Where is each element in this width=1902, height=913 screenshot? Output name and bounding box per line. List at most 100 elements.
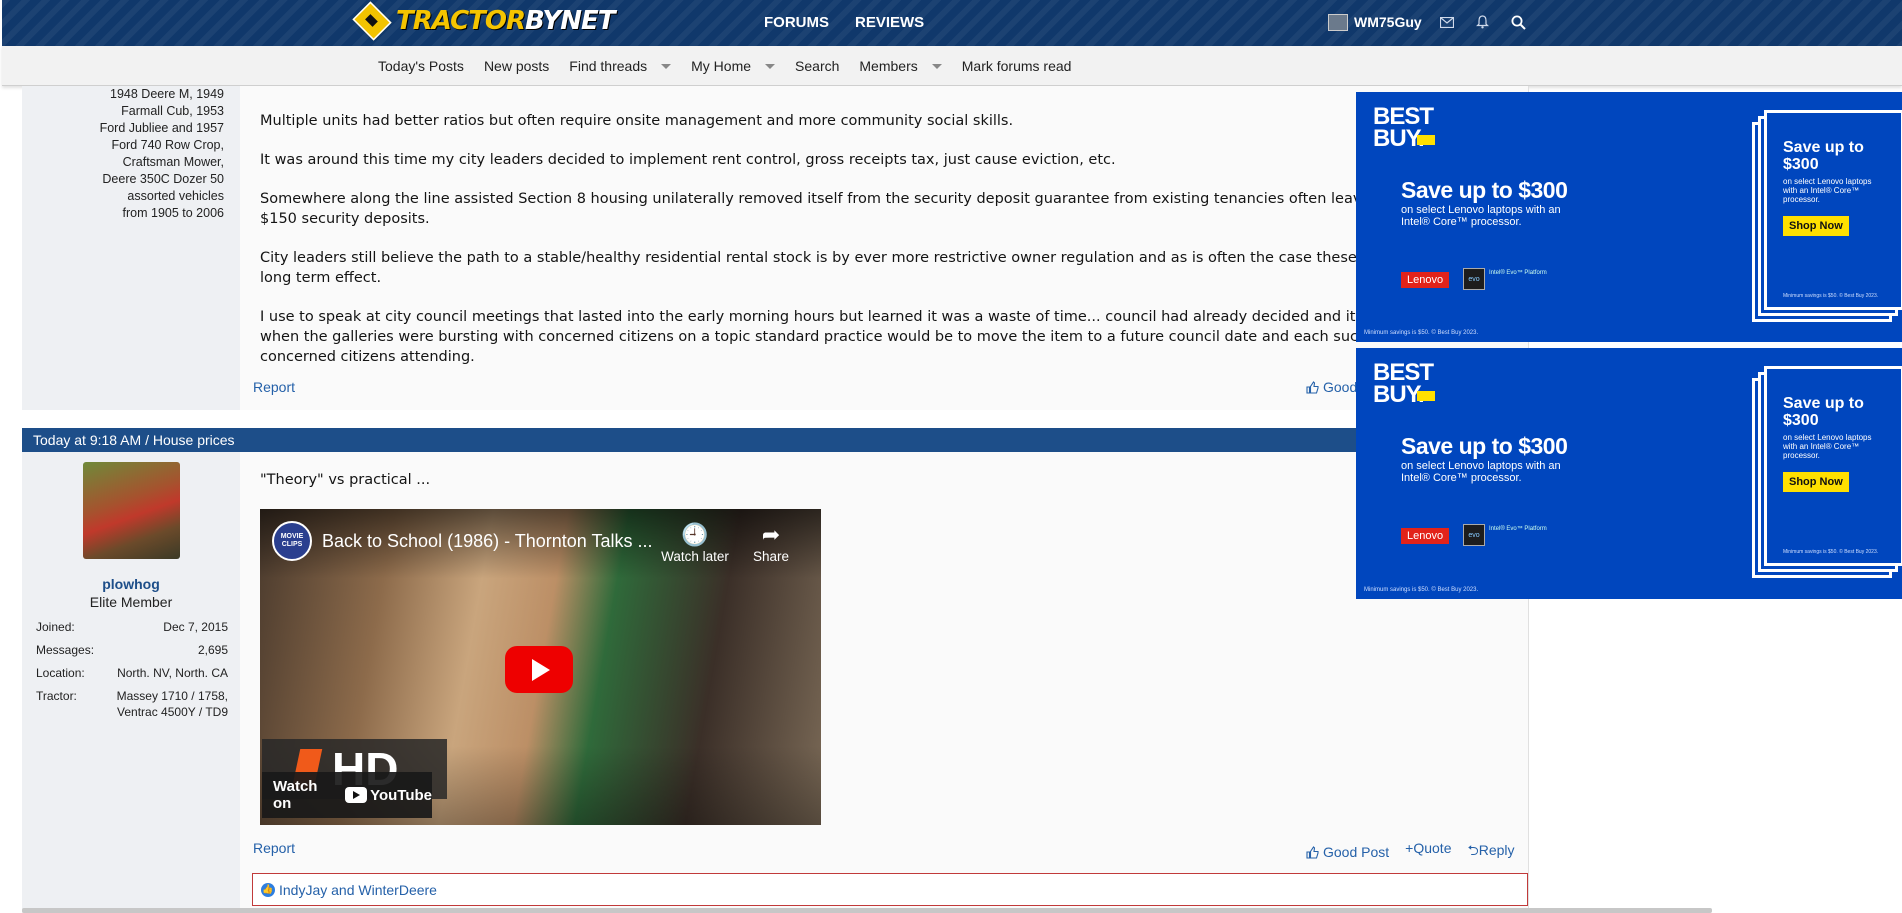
card-headline: Save up to $300 [1783, 395, 1864, 429]
stat-tractor-2: Ventrac 4500Y / TD9 [117, 705, 228, 719]
report-link[interactable]: Report [253, 840, 295, 856]
post-paragraph: concerned citizens attending. [260, 349, 475, 365]
stat-tractor: Tractor: Massey 1710 / 1758, [36, 689, 228, 703]
like-icon: 👍 [261, 882, 275, 897]
shop-now-button[interactable]: Shop Now [1783, 216, 1849, 236]
bestbuy-tag-icon [1417, 391, 1435, 401]
post-paragraph: long term effect. [260, 270, 382, 286]
user-title: Elite Member [89, 594, 173, 610]
stat-joined: Joined: Dec 7, 2015 [36, 620, 228, 634]
reactions-bar[interactable]: 👍 IndyJay and WinterDeere [252, 873, 1528, 906]
card-subtext: on select Lenovo laptops with an Intel® … [1783, 433, 1872, 460]
inbox-icon[interactable] [1436, 13, 1458, 31]
post-message-2: plowhog Elite Member Joined: Dec 7, 2015 … [22, 452, 1529, 913]
watch-later-button[interactable]: 🕘 Watch later [655, 521, 735, 564]
shop-now-button[interactable]: Shop Now [1783, 472, 1849, 492]
video-title[interactable]: Back to School (1986) - Thornton Talks .… [322, 531, 653, 552]
bell-icon[interactable] [1472, 13, 1494, 31]
stat-location: Location: North. NV, North. CA [36, 666, 228, 680]
user-stats: Joined: Dec 7, 2015 Messages: 2,695 Locati… [36, 620, 228, 728]
share-button[interactable]: ➦ Share [731, 521, 811, 564]
ad-subtext: on select Lenovo laptops with an Intel® … [1401, 204, 1561, 228]
user-nav: WM75Guy [1328, 13, 1530, 31]
ad-headline: Save up to $300 [1401, 433, 1568, 459]
ad-card: Save up to $300 on select Lenovo laptops… [1764, 366, 1902, 566]
chevron-down-icon[interactable] [765, 63, 776, 69]
post-message-1: 1948 Deere M, 1949 Farmall Cub, 1953 For… [22, 86, 1529, 410]
ad-subtext: on select Lenovo laptops with an Intel® … [1401, 460, 1561, 484]
sub-nav: Today's Posts New posts Find threads My … [2, 46, 1902, 86]
good-post-button[interactable]: Good Post [1306, 840, 1389, 864]
ad-disclaimer: Minimum savings is $50. © Best Buy 2023. [1364, 330, 1479, 336]
post-paragraph: City leaders still believe the path to a… [260, 250, 1388, 266]
post-body: "Theory" vs practical ... [260, 472, 431, 488]
ad-headline: Save up to $300 [1401, 177, 1568, 203]
advertisement[interactable]: BEST BUY. Save up to $300 on select Lenov… [1356, 348, 1902, 599]
chevron-down-icon[interactable] [661, 63, 672, 69]
channel-avatar[interactable]: MOVIE CLIPS [272, 521, 312, 561]
user-avatar[interactable] [1328, 13, 1348, 31]
report-link[interactable]: Report [253, 379, 295, 395]
youtube-label: YouTube [370, 786, 432, 804]
post-paragraph: when the galleries were bursting with co… [260, 329, 1395, 345]
subnav-new-posts[interactable]: New posts [484, 58, 549, 74]
stat-messages: Messages: 2,695 [36, 643, 228, 657]
site-logo[interactable]: TRACTORBYNET [352, 1, 616, 41]
post-paragraph: $150 security deposits. [260, 211, 430, 227]
youtube-logo-icon [345, 787, 368, 803]
horizontal-scrollbar[interactable] [22, 908, 1712, 913]
play-button[interactable] [505, 646, 573, 693]
find-threads-label: Find threads [569, 58, 648, 74]
post-paragraph: Somewhere along the line assisted Sectio… [260, 191, 1397, 207]
main-nav: FORUMS REVIEWS [764, 14, 924, 31]
nav-forums[interactable]: FORUMS [764, 14, 829, 31]
advertisement[interactable]: BEST BUY. Save up to $300 on select Lenov… [1356, 92, 1902, 342]
post-username[interactable]: plowhog [22, 576, 240, 592]
page: TRACTORBYNET FORUMS REVIEWS WM75Guy Toda… [0, 0, 1902, 913]
card-subtext: on select Lenovo laptops with an Intel® … [1783, 177, 1872, 204]
lenovo-logo: Lenovo [1401, 528, 1450, 544]
bestbuy-tag-icon [1417, 135, 1435, 145]
post-paragraph: Multiple units had better ratios but oft… [260, 113, 1014, 129]
lenovo-logo: Lenovo [1401, 272, 1450, 288]
subnav-search[interactable]: Search [795, 58, 839, 74]
post-paragraph: I use to speak at city council meetings … [260, 309, 1389, 325]
reply-button[interactable]: ⮌Reply [1467, 840, 1514, 864]
user-tractor-info: 1948 Deere M, 1949 Farmall Cub, 1953 For… [99, 87, 224, 220]
subnav-members[interactable]: Members [859, 58, 942, 74]
username-link[interactable]: WM75Guy [1354, 14, 1422, 30]
post-header-bar[interactable]: Today at 9:18 AM / House prices [22, 428, 1529, 452]
post-paragraph: It was around this time my city leaders … [260, 152, 1116, 168]
watch-on-youtube-button[interactable]: Watch on YouTube [262, 772, 432, 818]
card-disclaimer: Minimum savings is $50. © Best Buy 2023. [1783, 293, 1879, 299]
nav-reviews[interactable]: REVIEWS [855, 14, 924, 31]
good-post-label: Good [1323, 379, 1358, 395]
quote-button[interactable]: +Quote [1405, 840, 1451, 864]
members-label: Members [859, 58, 918, 74]
subnav-mark-forums-read[interactable]: Mark forums read [962, 58, 1072, 74]
youtube-embed[interactable]: MOVIE CLIPS Back to School (1986) - Thor… [260, 509, 821, 825]
card-disclaimer: Minimum savings is $50. © Best Buy 2023. [1783, 549, 1879, 555]
chevron-down-icon[interactable] [931, 63, 942, 69]
intel-platform-text: Intel® Evo™ Platform [1489, 526, 1547, 532]
good-post-button[interactable]: Good [1306, 379, 1357, 395]
ad-disclaimer: Minimum savings is $50. © Best Buy 2023. [1364, 587, 1479, 593]
reply-icon: ⮌ [1467, 842, 1479, 858]
search-icon[interactable] [1508, 13, 1530, 31]
subnav-todays-posts[interactable]: Today's Posts [378, 58, 464, 74]
thumbs-up-icon [1306, 380, 1319, 394]
intel-platform-text: Intel® Evo™ Platform [1489, 270, 1547, 276]
my-home-label: My Home [691, 58, 752, 74]
intel-evo-icon: evo [1463, 524, 1485, 546]
thumbs-up-icon [1306, 845, 1319, 859]
subnav-find-threads[interactable]: Find threads [569, 58, 672, 74]
card-headline: Save up to $300 [1783, 139, 1864, 173]
post-actions: Good Post +Quote ⮌Reply [1306, 840, 1515, 864]
intel-evo-icon: evo [1463, 268, 1485, 290]
ad-card: Save up to $300 on select Lenovo laptops… [1764, 110, 1902, 310]
post-user-panel: 1948 Deere M, 1949 Farmall Cub, 1953 For… [22, 86, 240, 410]
clock-icon: 🕘 [681, 522, 709, 547]
subnav-my-home[interactable]: My Home [691, 58, 776, 74]
avatar[interactable] [83, 462, 180, 559]
reactions-users[interactable]: IndyJay and WinterDeere [279, 882, 437, 898]
